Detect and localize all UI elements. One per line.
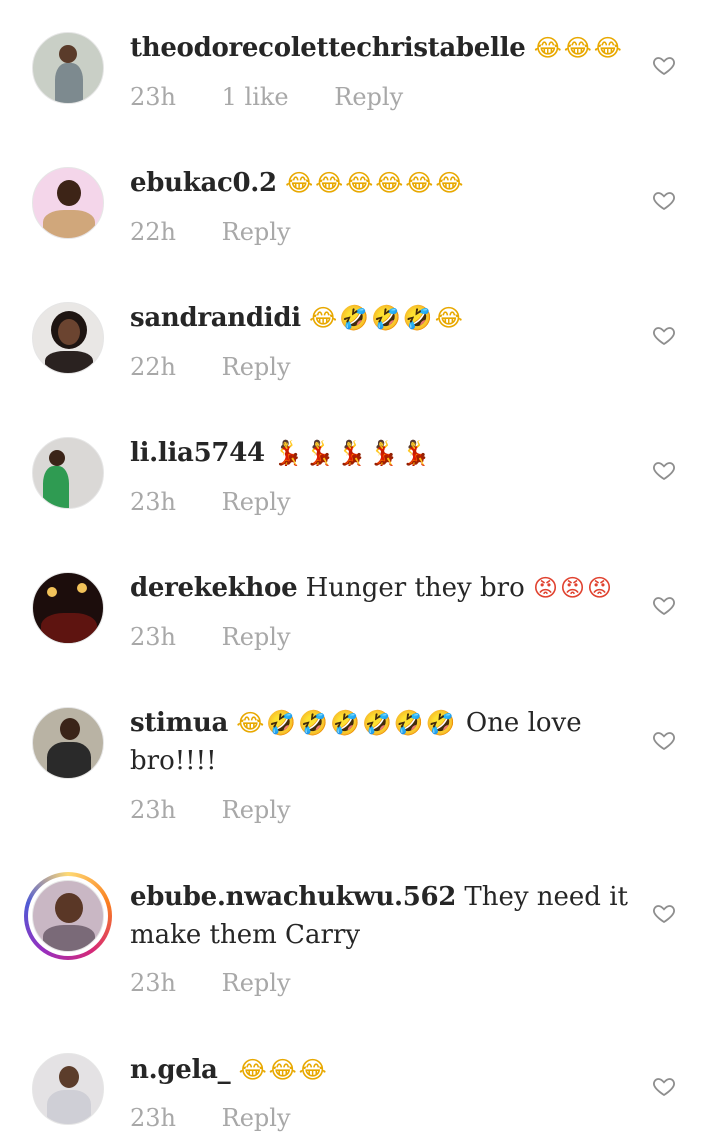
avatar (32, 880, 104, 952)
avatar-head (60, 718, 80, 740)
avatar-head (49, 450, 65, 466)
comment-meta: 23h Reply (130, 622, 329, 652)
comment-text: n.gela_ 😂😂😂 (130, 1051, 630, 1089)
avatar[interactable] (32, 302, 104, 374)
comment-time: 23h (130, 796, 176, 824)
avatar-face (58, 319, 80, 345)
reply-button[interactable]: Reply (222, 796, 291, 824)
comment-username[interactable]: ebube.nwachukwu.562 (130, 882, 456, 912)
comment-username[interactable]: stimua (130, 708, 228, 738)
comment-text: theodorecolettechristabelle 😂😂😂 (130, 29, 630, 67)
comment-time: 23h (130, 969, 176, 997)
avatar-light (77, 583, 87, 593)
comment-text: ebukac0.2 😂😂😂😂😂😂 (130, 164, 630, 202)
comment-meta: 23h Reply (130, 487, 329, 517)
comment-meta: 22h Reply (130, 352, 329, 382)
comment-meta: 23h Reply (130, 968, 329, 998)
avatar-body (47, 1090, 91, 1124)
avatar-light (47, 587, 57, 597)
story-ring[interactable] (24, 872, 112, 960)
comment-text: li.lia5744 💃💃💃💃💃 (130, 434, 630, 472)
comment-username[interactable]: derekekhoe (130, 573, 298, 603)
comment-text: stimua 😂🤣🤣🤣🤣🤣🤣 One love bro!!!! (130, 704, 630, 780)
avatar-body (55, 63, 83, 103)
comment-meta: 23h Reply (130, 1103, 329, 1133)
avatar-body (45, 351, 93, 373)
avatar[interactable] (32, 437, 104, 509)
avatar-head (55, 893, 83, 923)
heart-icon[interactable] (652, 458, 676, 482)
avatar-body (47, 742, 91, 778)
avatar[interactable] (32, 707, 104, 779)
comment-text: ebube.nwachukwu.562 They need it make th… (130, 878, 630, 954)
comment-time: 23h (130, 83, 176, 111)
heart-icon[interactable] (652, 1074, 676, 1098)
heart-icon[interactable] (652, 188, 676, 212)
heart-icon[interactable] (652, 323, 676, 347)
comment-time: 22h (130, 353, 176, 381)
comment-body: Hunger they bro (305, 573, 525, 603)
comment-meta: 23h 1 like Reply (130, 82, 441, 112)
comment-username[interactable]: li.lia5744 (130, 438, 265, 468)
comment-username[interactable]: ebukac0.2 (130, 168, 277, 198)
avatar[interactable] (32, 572, 104, 644)
comment-username[interactable]: theodorecolettechristabelle (130, 33, 526, 63)
avatar-body (43, 466, 69, 508)
reply-button[interactable]: Reply (334, 83, 403, 111)
avatar[interactable] (32, 32, 104, 104)
heart-icon[interactable] (652, 728, 676, 752)
comment-text: sandrandidi 😂🤣🤣🤣😂 (130, 299, 630, 337)
reply-button[interactable]: Reply (222, 623, 291, 651)
reply-button[interactable]: Reply (222, 488, 291, 516)
comment-emoji: 😂😂😂 (238, 1056, 329, 1084)
comment-time: 23h (130, 623, 176, 651)
comment-emoji: 😂😂😂😂😂😂 (285, 169, 466, 197)
comment-username[interactable]: sandrandidi (130, 303, 301, 333)
heart-icon[interactable] (652, 593, 676, 617)
avatar-head (59, 1066, 79, 1088)
avatar-body (43, 925, 95, 951)
heart-icon[interactable] (652, 53, 676, 77)
heart-icon[interactable] (652, 901, 676, 925)
avatar-body (43, 210, 95, 238)
comment-likes[interactable]: 1 like (222, 83, 289, 111)
comment-time: 23h (130, 1104, 176, 1132)
reply-button[interactable]: Reply (222, 969, 291, 997)
comment-emoji: 😂😂😂 (533, 34, 624, 62)
avatar-body (41, 613, 97, 643)
comment-time: 23h (130, 488, 176, 516)
comment-meta: 22h Reply (130, 217, 329, 247)
comment-emoji: 💃💃💃💃💃 (273, 439, 433, 467)
comment-emoji: 😂🤣🤣🤣😂 (309, 304, 465, 332)
reply-button[interactable]: Reply (222, 218, 291, 246)
avatar-head (57, 180, 81, 206)
comment-emoji: 😡😡😡 (533, 574, 615, 602)
comment-emoji: 😂🤣🤣🤣🤣🤣🤣 (236, 709, 458, 737)
comment-time: 22h (130, 218, 176, 246)
comment-username[interactable]: n.gela_ (130, 1055, 231, 1085)
comment-text: derekekhoe Hunger they bro 😡😡😡 (130, 569, 630, 607)
reply-button[interactable]: Reply (222, 1104, 291, 1132)
comment-meta: 23h Reply (130, 795, 329, 825)
avatar[interactable] (32, 167, 104, 239)
reply-button[interactable]: Reply (222, 353, 291, 381)
avatar-head (59, 45, 77, 63)
avatar[interactable] (32, 1053, 104, 1125)
